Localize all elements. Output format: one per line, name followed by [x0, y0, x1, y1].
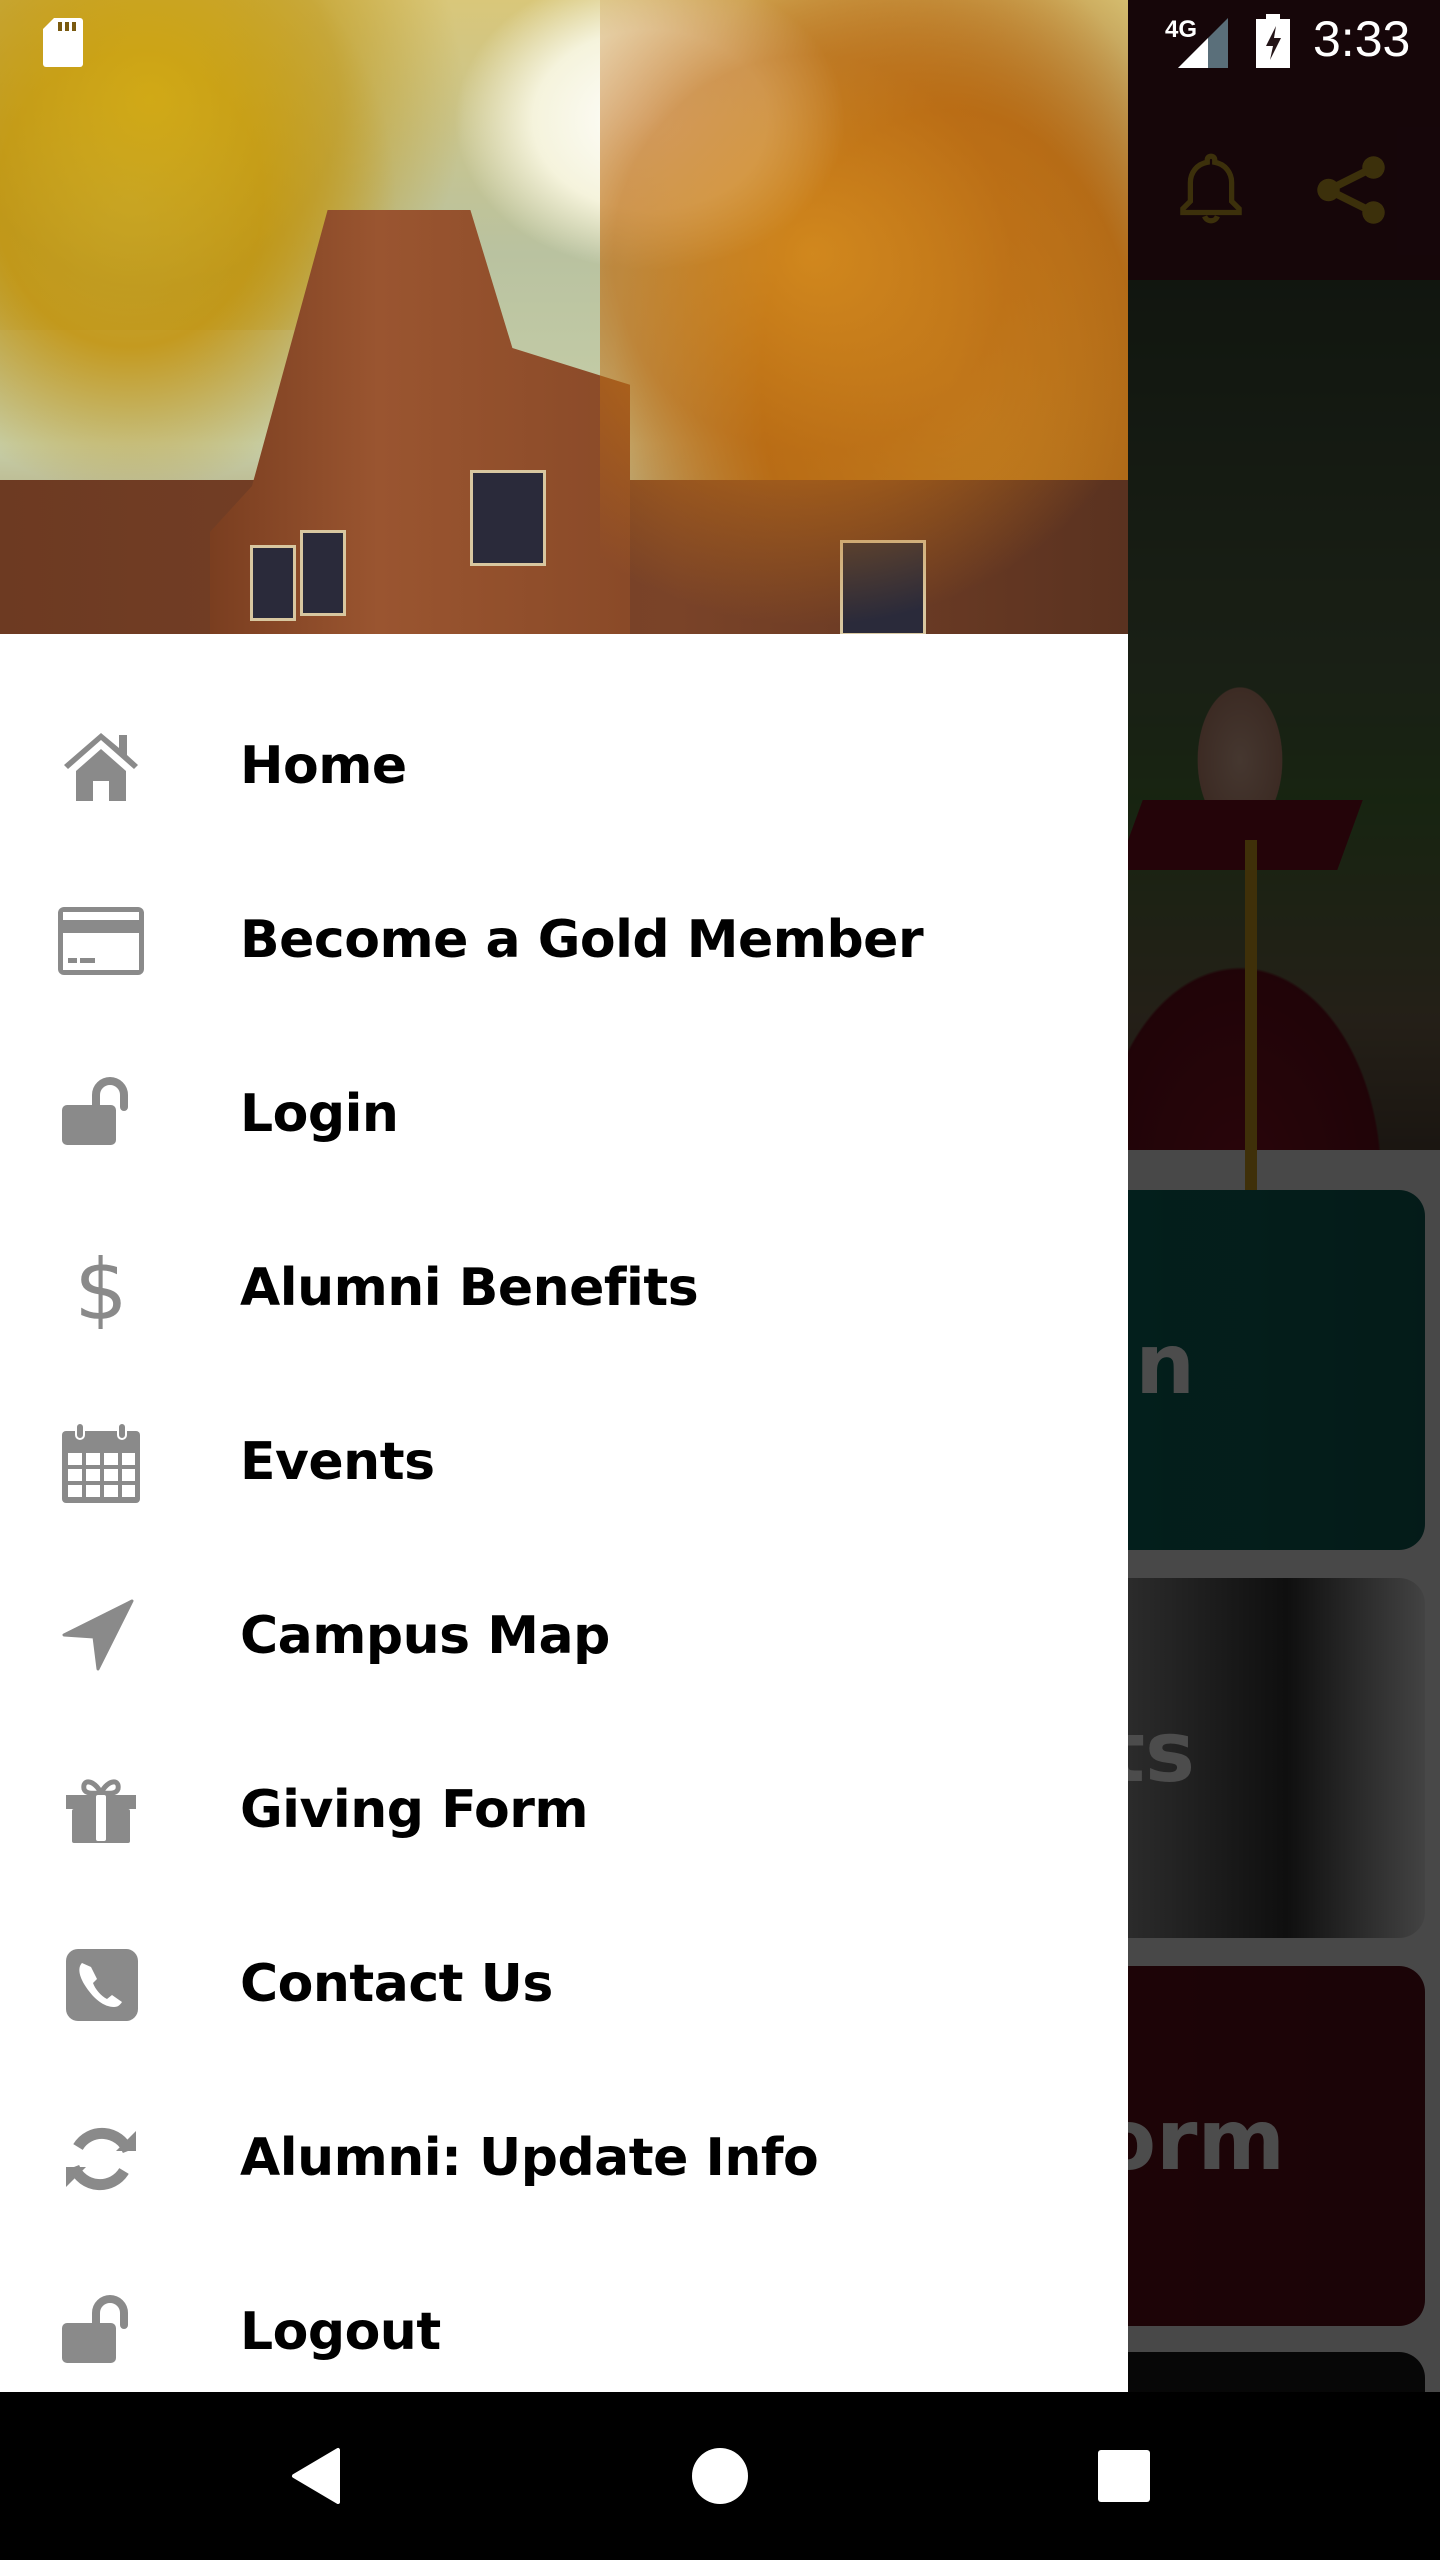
phone-icon: [56, 1945, 146, 2025]
menu-item-label: Become a Gold Member: [240, 909, 924, 970]
menu-item-label: Login: [240, 1083, 399, 1144]
dollar-icon: $: [56, 1249, 146, 1329]
menu-item-home[interactable]: Home: [0, 680, 1128, 854]
recents-button[interactable]: [1069, 2421, 1179, 2531]
menu-item-label: Contact Us: [240, 1953, 553, 2014]
recents-square-icon: [1098, 2450, 1150, 2502]
back-triangle-icon: [292, 2448, 340, 2504]
menu-item-label: Events: [240, 1431, 435, 1492]
navigation-drawer: Home Become a Gold Member Login $ Alumni…: [0, 0, 1128, 2392]
menu-item-login[interactable]: Login: [0, 1028, 1128, 1202]
home-button[interactable]: [665, 2421, 775, 2531]
drawer-header-image: [0, 0, 1128, 634]
menu-item-contact-us[interactable]: Contact Us: [0, 1898, 1128, 2072]
menu-item-label: Giving Form: [240, 1779, 589, 1840]
menu-item-label: Logout: [240, 2301, 441, 2362]
home-circle-icon: [692, 2448, 748, 2504]
menu-item-logout[interactable]: Logout: [0, 2246, 1128, 2392]
clock: 3:33: [1313, 11, 1411, 67]
menu-item-events[interactable]: Events: [0, 1376, 1128, 1550]
calendar-icon: [56, 1423, 146, 1503]
refresh-icon: [56, 2119, 146, 2199]
menu-item-label: Alumni: Update Info: [240, 2127, 819, 2188]
signal-icon: [1178, 18, 1228, 68]
sd-card-icon: [42, 16, 84, 68]
unlock-icon: [56, 2293, 146, 2373]
menu-item-label: Home: [240, 735, 407, 796]
system-nav-bar: [0, 2392, 1440, 2560]
unlock-icon: [56, 1075, 146, 1155]
back-button[interactable]: [261, 2421, 371, 2531]
location-arrow-icon: [56, 1597, 146, 1677]
battery-charging-icon: [1256, 14, 1290, 68]
menu-item-alumni-benefits[interactable]: $ Alumni Benefits: [0, 1202, 1128, 1376]
menu-item-campus-map[interactable]: Campus Map: [0, 1550, 1128, 1724]
menu-item-label: Alumni Benefits: [240, 1257, 699, 1318]
gift-icon: [56, 1771, 146, 1851]
home-icon: [56, 727, 146, 807]
menu-item-label: Campus Map: [240, 1605, 610, 1666]
svg-text:$: $: [74, 1249, 127, 1329]
menu-item-become-gold-member[interactable]: Become a Gold Member: [0, 854, 1128, 1028]
menu-item-giving-form[interactable]: Giving Form: [0, 1724, 1128, 1898]
credit-card-icon: [56, 901, 146, 981]
menu-item-alumni-update-info[interactable]: Alumni: Update Info: [0, 2072, 1128, 2246]
status-bar: 4G 3:33: [0, 0, 1440, 84]
